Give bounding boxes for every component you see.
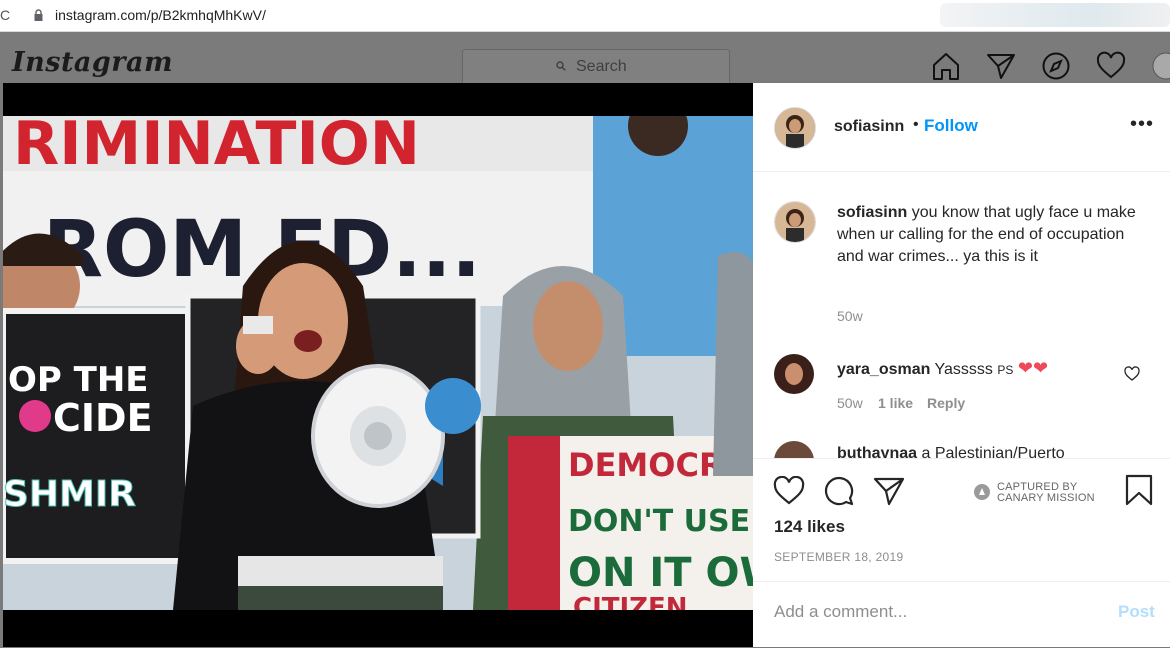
home-icon[interactable] <box>931 51 961 81</box>
add-comment-bar: Add a comment... Post <box>753 581 1170 648</box>
sign-left-line2: CIDE <box>53 396 153 440</box>
comment-body: a Palestinian/Puerto <box>921 445 1065 458</box>
caption-avatar[interactable] <box>774 201 816 243</box>
post-side-panel: sofiasinn • Follow ••• sofiasinn you kno… <box>753 83 1170 647</box>
author-avatar[interactable] <box>774 107 816 149</box>
captured-by-watermark: CAPTURED BY CANARY MISSION <box>973 480 1103 506</box>
avatar-image <box>775 202 815 242</box>
comment-suffix: PS <box>997 363 1014 377</box>
post-comment-button[interactable]: Post <box>1118 602 1155 622</box>
search-input[interactable]: Search <box>462 49 730 85</box>
share-icon[interactable] <box>873 476 905 506</box>
sign-left-line1: OP THE <box>8 360 149 400</box>
reply-button[interactable]: Reply <box>927 395 965 411</box>
comment-avatar[interactable] <box>774 441 814 458</box>
canary-mission-logo-icon <box>974 484 990 500</box>
sign-right-line4: CITIZEN <box>573 593 688 610</box>
sign-right-line3: ON IT OW <box>568 550 753 596</box>
save-icon[interactable] <box>1125 474 1153 506</box>
comment-avatar[interactable] <box>774 354 814 394</box>
caption-text: sofiasinn you know that ugly face u make… <box>837 202 1147 268</box>
like-icon[interactable] <box>773 476 805 506</box>
comment-body: Yasssss <box>934 361 993 378</box>
post-photo[interactable]: RIMINATION ROM ED... OP THE CIDE SHMIR D… <box>3 116 753 610</box>
comment-text: yara_osman Yasssss PS ❤❤ <box>837 357 1147 381</box>
instagram-logo[interactable]: Instagram <box>12 47 173 78</box>
avatar-image <box>774 354 814 394</box>
blurred-extension-area <box>940 3 1170 27</box>
banner-top-text: RIMINATION <box>13 116 420 179</box>
url-text[interactable]: instagram.com/p/B2kmhqMhKwV/ <box>55 6 266 24</box>
likes-count[interactable]: 124 likes <box>774 517 845 537</box>
explore-icon[interactable] <box>1041 51 1071 81</box>
post-author-header: sofiasinn • Follow ••• <box>753 83 1170 172</box>
browser-address-bar: C instagram.com/p/B2kmhqMhKwV/ <box>0 0 1170 32</box>
lock-icon <box>34 9 43 21</box>
post-date[interactable]: SEPTEMBER 18, 2019 <box>774 550 903 564</box>
protest-photo-illustration: RIMINATION ROM ED... OP THE CIDE SHMIR D… <box>3 116 753 610</box>
comment-username[interactable]: buthaynaa <box>837 445 917 458</box>
heart-icon[interactable] <box>1096 51 1126 81</box>
author-username[interactable]: sofiasinn <box>834 118 904 136</box>
captured-line2: CANARY MISSION <box>997 492 1095 504</box>
sign-right-line2: DON'T USE SOLDIE <box>568 504 753 539</box>
more-options-icon[interactable]: ••• <box>1130 113 1154 136</box>
comment-age[interactable]: 50w <box>837 395 863 411</box>
post-actions: CAPTURED BY CANARY MISSION 124 likes SEP… <box>753 458 1170 579</box>
search-placeholder: Search <box>576 58 627 75</box>
like-comment-icon[interactable] <box>1124 366 1140 382</box>
comment-icon[interactable] <box>823 476 855 506</box>
reload-icon[interactable]: C <box>0 7 10 23</box>
comment-text: buthaynaa a Palestinian/Puerto <box>837 443 1147 458</box>
profile-icon[interactable] <box>1151 51 1170 81</box>
comment-likes[interactable]: 1 like <box>878 395 913 411</box>
sign-left-line3: SHMIR <box>3 474 136 515</box>
comment-username[interactable]: yara_osman <box>837 361 930 378</box>
post-media-container: RIMINATION ROM ED... OP THE CIDE SHMIR D… <box>3 83 753 647</box>
separator-dot: • <box>913 116 919 133</box>
comment-clip: buthaynaa a Palestinian/Puerto <box>753 438 1170 458</box>
captured-by-text: CAPTURED BY CANARY MISSION <box>997 482 1095 504</box>
caption-username[interactable]: sofiasinn <box>837 204 907 221</box>
comment-emoji: ❤❤ <box>1017 358 1049 378</box>
avatar-image <box>775 108 815 148</box>
instagram-header: Instagram Search <box>0 32 1170 85</box>
add-comment-input[interactable]: Add a comment... <box>774 602 907 622</box>
caption-age[interactable]: 50w <box>837 308 863 324</box>
search-icon <box>556 61 566 71</box>
follow-button[interactable]: Follow <box>924 116 978 136</box>
direct-icon[interactable] <box>986 51 1016 81</box>
